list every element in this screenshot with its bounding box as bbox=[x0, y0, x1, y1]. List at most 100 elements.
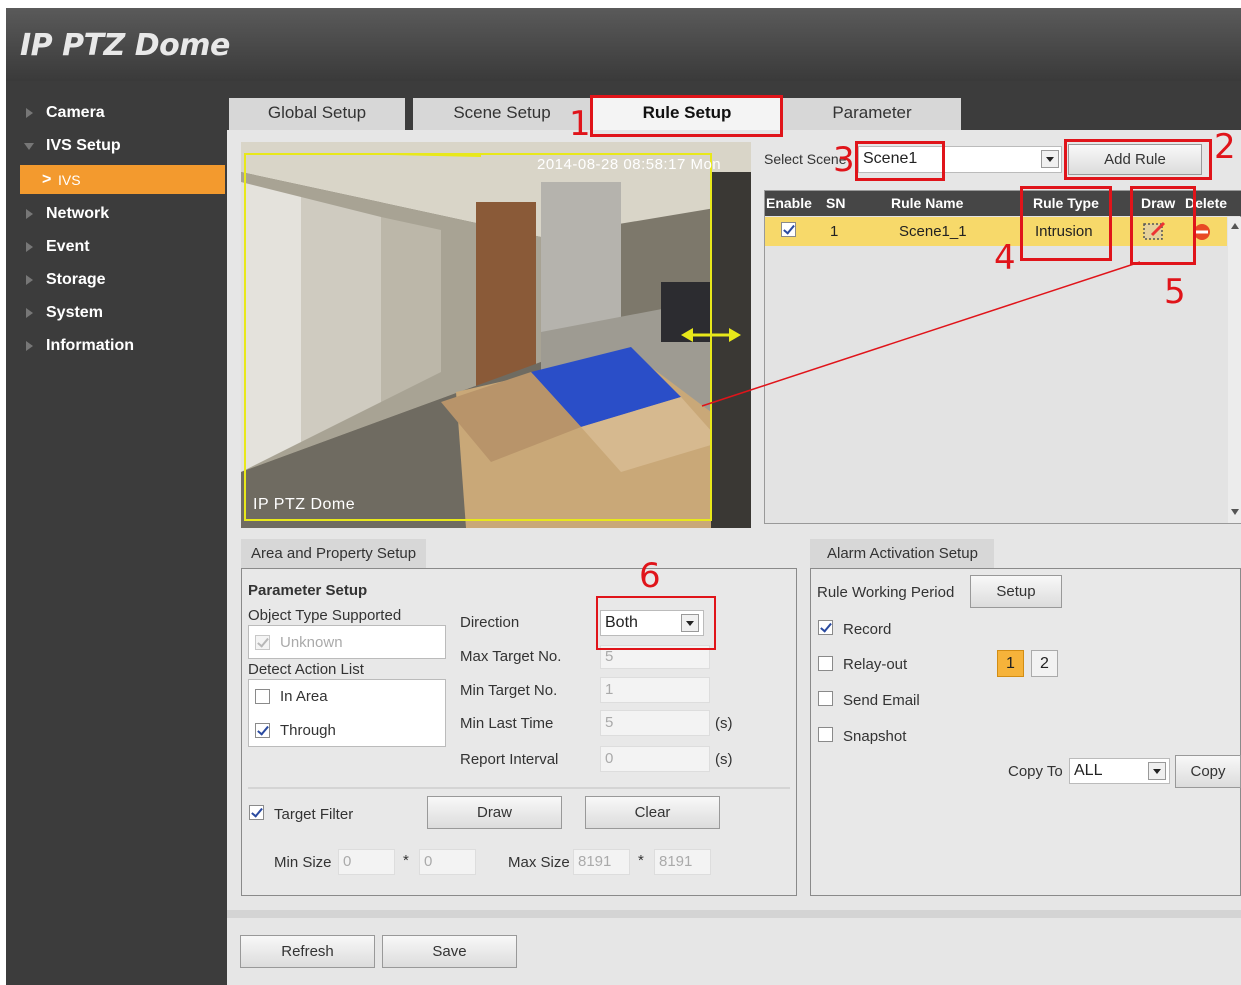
triangle-down-icon bbox=[24, 143, 34, 150]
through-label: Through bbox=[280, 722, 336, 739]
annotation-number: 1 bbox=[569, 104, 591, 144]
triangle-right-icon bbox=[26, 209, 33, 219]
app-header: IP PTZ Dome bbox=[6, 8, 1241, 81]
detect-action-list: In Area Through bbox=[248, 679, 446, 747]
alarm-activation-tab[interactable]: Alarm Activation Setup bbox=[810, 539, 994, 568]
object-type-unknown-checkbox[interactable] bbox=[255, 635, 270, 650]
sidebar-item-network[interactable]: Network bbox=[6, 199, 227, 229]
record-checkbox[interactable] bbox=[818, 620, 833, 635]
copy-to-label: Copy To bbox=[1008, 763, 1063, 780]
triangle-right-icon bbox=[26, 108, 33, 118]
snapshot-checkbox[interactable] bbox=[818, 727, 833, 742]
sidebar-item-label: IVS bbox=[58, 172, 81, 188]
annotation-number: 2 bbox=[1214, 127, 1236, 167]
annotation-number: 6 bbox=[639, 556, 661, 596]
min-last-time-unit: (s) bbox=[715, 715, 733, 732]
chevron-down-icon bbox=[1148, 762, 1166, 780]
sidebar-item-label: Network bbox=[46, 205, 110, 222]
scroll-up-icon[interactable] bbox=[1231, 223, 1239, 229]
copy-button[interactable]: Copy bbox=[1175, 755, 1241, 788]
min-size-width-field[interactable]: 0 bbox=[338, 849, 395, 875]
in-area-checkbox[interactable] bbox=[255, 689, 270, 704]
triangle-right-icon bbox=[26, 308, 33, 318]
scroll-down-icon[interactable] bbox=[1231, 509, 1239, 515]
object-type-list: Unknown bbox=[248, 625, 446, 659]
chevron-right-icon: > bbox=[42, 171, 52, 188]
relay-page-1[interactable]: 1 bbox=[997, 650, 1024, 677]
sidebar: Camera IVS Setup > IVS Network Event Sto… bbox=[6, 81, 227, 985]
chevron-down-icon bbox=[1041, 150, 1059, 168]
send-email-checkbox[interactable] bbox=[818, 691, 833, 706]
max-target-label: Max Target No. bbox=[460, 648, 562, 665]
area-property-tab[interactable]: Area and Property Setup bbox=[241, 539, 426, 568]
draw-button[interactable]: Draw bbox=[427, 796, 562, 829]
rule-enable-checkbox[interactable] bbox=[781, 222, 796, 237]
sidebar-item-label: Camera bbox=[46, 104, 105, 121]
target-filter-checkbox[interactable] bbox=[249, 805, 264, 820]
max-size-label: Max Size bbox=[508, 854, 570, 871]
max-size-times: * bbox=[638, 852, 644, 869]
max-size-width-field[interactable]: 8191 bbox=[573, 849, 630, 875]
report-interval-label: Report Interval bbox=[460, 751, 559, 768]
sidebar-item-ivs[interactable]: > IVS bbox=[20, 165, 225, 194]
sidebar-item-camera[interactable]: Camera bbox=[6, 98, 227, 128]
tab-parameter[interactable]: Parameter bbox=[783, 98, 961, 130]
copy-to-select[interactable]: ALL bbox=[1069, 758, 1170, 784]
sidebar-item-event[interactable]: Event bbox=[6, 232, 227, 262]
annotation-box-rule-setup bbox=[590, 95, 783, 137]
annotation-box-draw bbox=[1130, 186, 1196, 265]
annotation-box-add-rule bbox=[1064, 139, 1212, 180]
relay-out-checkbox[interactable] bbox=[818, 656, 833, 671]
sidebar-item-label: Storage bbox=[46, 271, 106, 288]
sidebar-item-label: IVS Setup bbox=[46, 137, 121, 154]
sidebar-item-ivs-setup[interactable]: IVS Setup bbox=[6, 131, 227, 161]
video-preview[interactable]: 2014-08-28 08:58:17 Mon IP PTZ Dome bbox=[241, 142, 751, 528]
tab-global-setup[interactable]: Global Setup bbox=[229, 98, 405, 130]
report-interval-unit: (s) bbox=[715, 751, 733, 768]
in-area-label: In Area bbox=[280, 688, 328, 705]
annotation-box-rule-type bbox=[1020, 186, 1112, 261]
min-last-time-field[interactable]: 5 bbox=[600, 710, 710, 736]
triangle-right-icon bbox=[26, 341, 33, 351]
tab-scene-setup[interactable]: Scene Setup bbox=[413, 98, 591, 130]
record-label: Record bbox=[843, 621, 892, 638]
direction-label: Direction bbox=[460, 614, 520, 631]
copy-to-value: ALL bbox=[1074, 762, 1103, 779]
relay-out-label: Relay-out bbox=[843, 656, 908, 673]
sidebar-item-system[interactable]: System bbox=[6, 298, 227, 328]
through-checkbox[interactable] bbox=[255, 723, 270, 738]
period-setup-button[interactable]: Setup bbox=[970, 575, 1062, 608]
annotation-box-direction bbox=[596, 596, 716, 650]
sidebar-item-label: Event bbox=[46, 238, 90, 255]
refresh-button[interactable]: Refresh bbox=[240, 935, 375, 968]
snapshot-label: Snapshot bbox=[843, 728, 907, 745]
sidebar-item-information[interactable]: Information bbox=[6, 331, 227, 361]
object-type-unknown-label: Unknown bbox=[280, 634, 343, 651]
video-timestamp: 2014-08-28 08:58:17 Mon bbox=[537, 156, 722, 173]
relay-page-2[interactable]: 2 bbox=[1031, 650, 1058, 677]
column-header-sn: SN bbox=[826, 195, 846, 211]
object-type-label: Object Type Supported bbox=[248, 607, 402, 624]
send-email-label: Send Email bbox=[843, 692, 920, 709]
report-interval-field[interactable]: 0 bbox=[600, 746, 710, 772]
app-title: IP PTZ Dome bbox=[20, 28, 230, 63]
rule-table-scrollbar[interactable] bbox=[1228, 217, 1241, 523]
annotation-number: 5 bbox=[1164, 272, 1186, 312]
parameter-setup-title: Parameter Setup bbox=[248, 582, 368, 599]
min-target-label: Min Target No. bbox=[460, 682, 558, 699]
rule-sn: 1 bbox=[830, 223, 839, 240]
annotation-number: 3 bbox=[833, 140, 855, 180]
rule-name: Scene1_1 bbox=[899, 223, 967, 240]
video-osd-title: IP PTZ Dome bbox=[253, 496, 356, 513]
sidebar-item-label: System bbox=[46, 304, 103, 321]
column-header-enable: Enable bbox=[766, 195, 812, 211]
sidebar-item-storage[interactable]: Storage bbox=[6, 265, 227, 295]
annotation-connector-line bbox=[701, 261, 1141, 407]
min-last-time-label: Min Last Time bbox=[460, 715, 554, 732]
min-target-field[interactable]: 1 bbox=[600, 677, 710, 703]
save-button[interactable]: Save bbox=[382, 935, 517, 968]
clear-button[interactable]: Clear bbox=[585, 796, 720, 829]
max-size-height-field[interactable]: 8191 bbox=[654, 849, 711, 875]
divider bbox=[248, 787, 790, 789]
min-size-height-field[interactable]: 0 bbox=[419, 849, 476, 875]
